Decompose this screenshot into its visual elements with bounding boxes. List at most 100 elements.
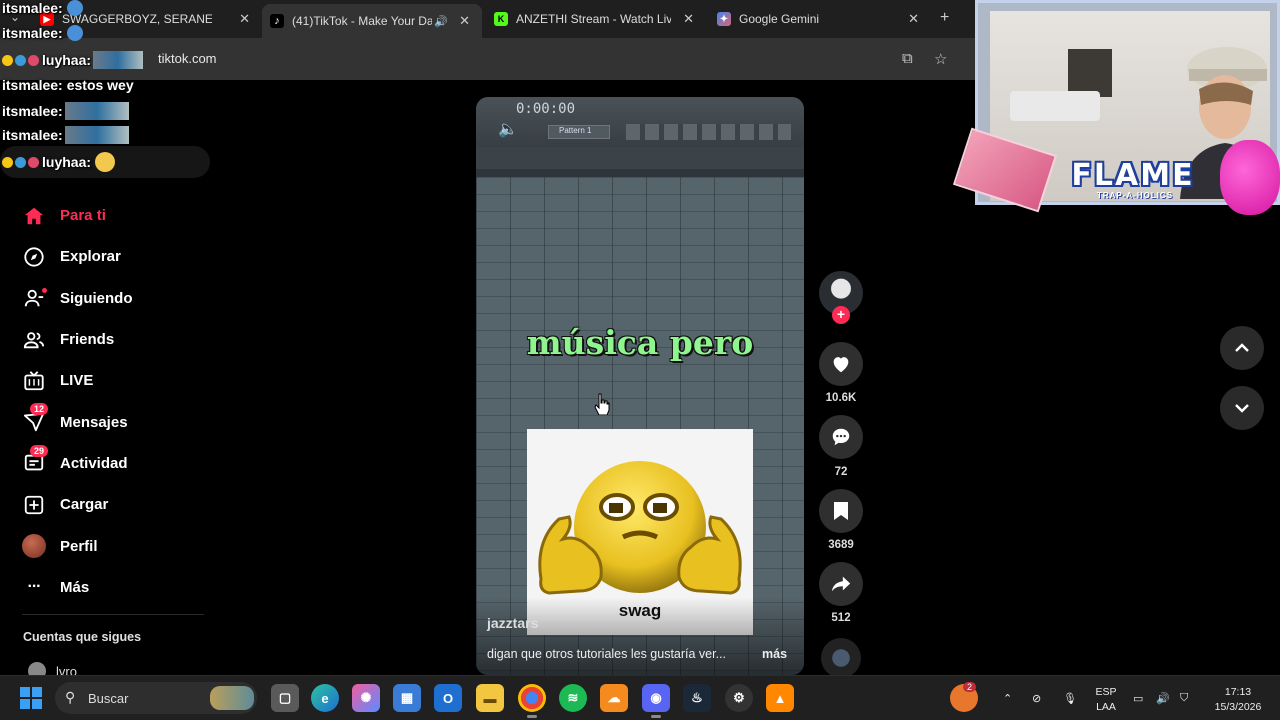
vlc-icon[interactable]: ▲ [766,684,794,712]
video-bottom-gradient [476,597,804,675]
security-shield-icon[interactable]: ⛉ [1180,676,1188,720]
sidebar-item-mas[interactable]: ··· Más [22,567,212,608]
follow-plus-icon[interactable]: + [832,306,850,324]
upload-icon [22,493,46,517]
share-count: 512 [831,612,851,624]
sidebar-item-cargar[interactable]: Cargar [22,484,212,525]
microphone-icon[interactable]: 🎙 [1063,676,1077,720]
next-video-button[interactable] [1220,386,1264,430]
sidebar-item-label: Más [60,578,90,596]
close-icon[interactable]: ✕ [239,11,250,27]
tray-expand-icon[interactable]: ⌃ [1003,676,1012,720]
new-tab-icon[interactable]: + [940,9,949,27]
store-icon[interactable]: ▦ [393,684,421,712]
daw-tool-icons [626,124,791,140]
emote-icon [95,152,116,172]
sidebar-item-para-ti[interactable]: Para ti [22,195,212,236]
share-button[interactable] [819,562,863,606]
chevron-down-icon [1235,404,1249,413]
tab-tiktok[interactable]: ♪ (41)TikTok - Make Your Day 🔊 ✕ [262,4,482,38]
like-count: 10.6K [825,392,857,404]
like-button[interactable] [819,342,863,386]
search-highlight-image [210,686,254,710]
close-icon[interactable]: ✕ [908,11,919,27]
spotify-icon[interactable]: ≋ [559,684,587,712]
sidebar-item-explorar[interactable]: Explorar [22,236,212,277]
following-section-title: Cuentas que sigues [23,630,142,644]
bookmark-star-icon[interactable]: ☆ [934,50,947,68]
copilot-icon[interactable]: ✺ [352,684,380,712]
sidebar-item-label: Explorar [60,248,121,266]
gemini-icon: ✦ [717,12,731,26]
outlook-icon[interactable]: O [434,684,462,712]
comment-button[interactable] [819,415,863,459]
speaker-icon[interactable]: 🔊 [434,15,448,28]
compass-icon [22,245,46,269]
daw-time-display: 0:00:00 [516,101,576,117]
activity-badge: 29 [30,444,49,457]
search-placeholder: Buscar [88,691,129,706]
more-icon: ··· [27,578,42,596]
chrome-icon[interactable] [518,684,546,718]
sidebar-item-friends[interactable]: Friends [22,319,212,360]
volume-icon[interactable]: 🔊 [1156,676,1170,720]
heart-icon [833,357,849,373]
task-view-icon[interactable]: ▢ [271,684,299,712]
flame-logo-subtitle: TRAP-A-HOLICS [1096,191,1174,200]
url-field[interactable]: tiktok.com [158,51,217,66]
avatar [22,534,46,559]
taskbar-clock[interactable]: 17:13 15/3/2026 [1203,685,1273,715]
tab-kick[interactable]: K ANZETHI Stream - Watch Live o ✕ [494,6,694,32]
bookmark-icon [834,502,848,520]
sidebar-item-actividad[interactable]: 29 Actividad [22,443,212,484]
chat-badges [2,156,39,168]
eye-off-icon[interactable]: ⊘ [1032,676,1041,720]
messages-badge: 12 [30,403,49,416]
input-language[interactable]: ESP LAA [1090,685,1122,715]
sidebar-item-label: LIVE [60,372,94,390]
windows-taskbar: ⚲ Buscar ▢ e ✺ ▦ O ▬ ≋ ☁ ◉ ♨ ⚙ ▲ 2 ⌃ ⊘ 🎙… [0,675,1280,720]
soundcloud-icon[interactable]: ☁ [600,684,628,712]
tab-gemini[interactable]: ✦ Google Gemini ✕ [717,6,919,32]
sidebar-item-perfil[interactable]: Perfil [22,525,212,566]
daw-pattern-selector: Pattern 1 [548,125,610,139]
close-icon[interactable]: ✕ [683,11,694,27]
speaker-icon: 🔈 [498,121,518,138]
previous-video-button[interactable] [1220,326,1264,370]
video-author[interactable]: jazztars [487,615,538,631]
tab-title: Google Gemini [739,12,820,26]
video-player[interactable]: 0:00:00 🔈 Pattern 1 música pero swag jaz… [476,97,804,675]
share-arrow-icon [831,576,851,592]
settings-gear-icon[interactable]: ⚙ [725,684,753,712]
steam-icon[interactable]: ♨ [683,684,711,712]
save-count: 3689 [828,539,854,551]
sidebar-item-label: Cargar [60,496,109,514]
install-app-icon[interactable]: ⧉ [902,50,913,67]
sidebar-item-label: Perfil [60,537,98,555]
sidebar-item-siguiendo[interactable]: Siguiendo [22,278,212,319]
sidebar-item-mensajes[interactable]: 12 Mensajes [22,401,212,442]
taskbar-search[interactable]: ⚲ Buscar [55,682,257,714]
description-more-link[interactable]: más [762,647,787,661]
sidebar-divider [22,614,204,615]
sidebar-item-label: Siguiendo [60,289,133,307]
chat-line: luyhaa: [2,152,116,172]
sidebar-item-label: Para ti [60,207,106,225]
edge-icon[interactable]: e [311,684,339,712]
sidebar-item-live[interactable]: LIVE [22,360,212,401]
sidebar-nav: Para ti Explorar Siguiendo Friends LIVE … [22,195,212,608]
file-explorer-icon[interactable]: ▬ [476,684,504,712]
pink-sticker [1220,140,1280,215]
save-button[interactable] [819,489,863,533]
discord-icon[interactable]: ◉ [642,684,670,718]
wall-poster [1068,49,1112,97]
windows-start-icon[interactable] [20,687,42,709]
daw-ruler [476,169,804,177]
notification-dot [42,287,47,293]
music-disc-icon[interactable] [821,638,861,678]
network-icon[interactable]: ▭ [1133,676,1143,720]
tiktok-icon: ♪ [270,14,284,28]
daw-strip [476,147,804,169]
close-icon[interactable]: ✕ [459,13,470,29]
notification-count-badge: 2 [963,682,977,692]
